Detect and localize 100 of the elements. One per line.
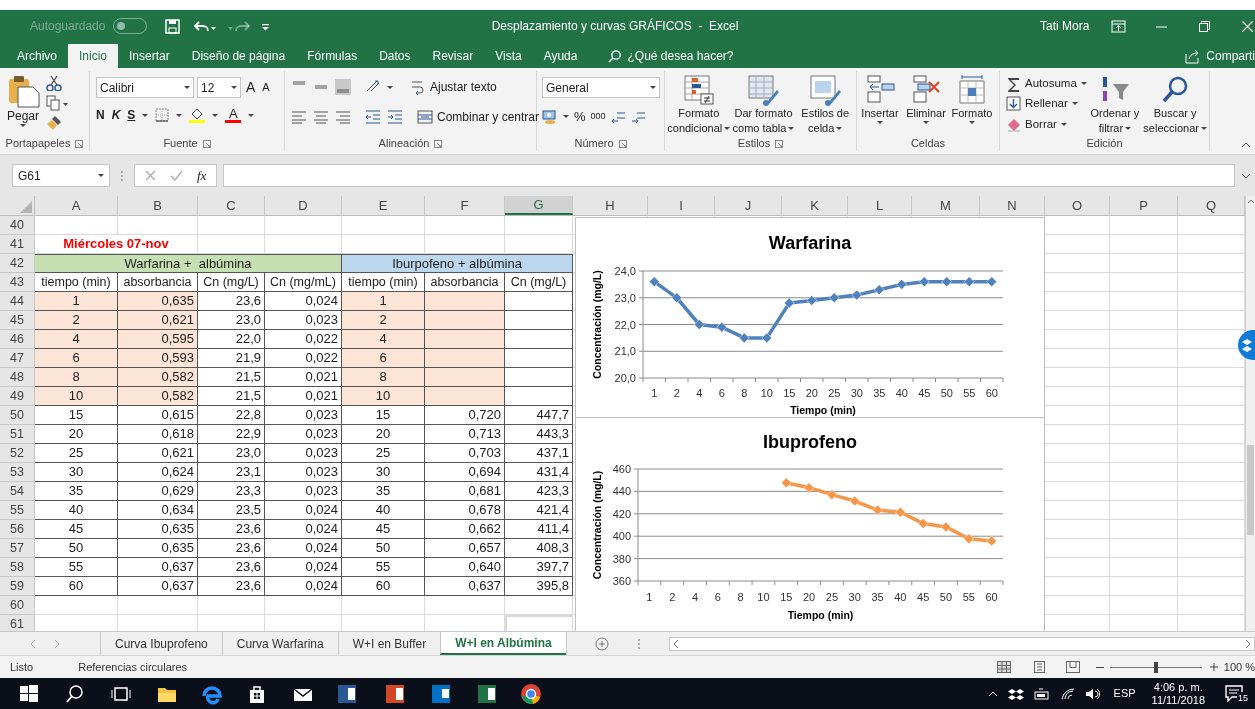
- column-header[interactable]: P: [1110, 196, 1178, 215]
- restore-icon[interactable]: [1199, 20, 1211, 32]
- dialog-launcher-icon[interactable]: [775, 139, 784, 148]
- scrollbar-thumb[interactable]: [1247, 445, 1254, 535]
- caret-icon[interactable]: [98, 174, 104, 177]
- row-header[interactable]: 48: [0, 368, 35, 387]
- row-header[interactable]: 61: [0, 615, 35, 631]
- caret-icon[interactable]: [20, 124, 26, 127]
- normal-view-icon[interactable]: [996, 661, 1011, 673]
- show-hidden-icon[interactable]: [987, 689, 998, 698]
- powerpoint-app-icon[interactable]: [384, 682, 406, 705]
- save-icon[interactable]: [165, 18, 181, 34]
- caret-icon[interactable]: [142, 113, 149, 117]
- row-header[interactable]: 43: [0, 273, 35, 292]
- wifi-icon[interactable]: [1059, 687, 1075, 700]
- zoom-in-icon[interactable]: [1209, 663, 1218, 671]
- menu-tab[interactable]: Archivo: [6, 44, 68, 68]
- excel-app-icon[interactable]: [476, 682, 498, 705]
- find-select-button[interactable]: Buscar y seleccionar: [1141, 71, 1209, 136]
- caret-icon[interactable]: [1060, 122, 1067, 126]
- collapse-ribbon-icon[interactable]: [1241, 141, 1251, 148]
- underline-button[interactable]: S: [127, 106, 136, 124]
- menu-tab[interactable]: Insertar: [118, 44, 181, 68]
- slider-thumb[interactable]: [1153, 661, 1158, 673]
- row-header[interactable]: 59: [0, 577, 35, 596]
- row-header[interactable]: 57: [0, 539, 35, 558]
- caret-icon[interactable]: [387, 85, 393, 89]
- caret-icon[interactable]: [836, 127, 843, 130]
- row-header[interactable]: 51: [0, 425, 35, 444]
- insert-button[interactable]: Insertar: [857, 71, 903, 136]
- clock-time[interactable]: 4:06 p. m.: [1153, 680, 1203, 694]
- column-header[interactable]: G: [505, 196, 573, 215]
- thousands-button[interactable]: 000: [590, 110, 606, 124]
- check-icon[interactable]: [170, 170, 183, 181]
- zoom-level[interactable]: 100 %: [1223, 658, 1255, 676]
- row-header[interactable]: 52: [0, 444, 35, 463]
- column-header[interactable]: E: [342, 196, 425, 215]
- caret-icon[interactable]: [877, 121, 883, 124]
- conditional-format-button[interactable]: Formato condicional: [665, 71, 733, 136]
- caret-icon[interactable]: [212, 113, 219, 117]
- row-header[interactable]: 56: [0, 520, 35, 539]
- row-header[interactable]: 41: [0, 235, 35, 254]
- scissors-icon[interactable]: [46, 75, 62, 91]
- row-header[interactable]: 42: [0, 254, 35, 273]
- name-box[interactable]: G61: [12, 164, 110, 187]
- undo-icon[interactable]: [194, 18, 217, 34]
- share-icon[interactable]: [1185, 48, 1201, 64]
- font-name-field[interactable]: Calibri: [96, 77, 194, 98]
- close-icon[interactable]: [1242, 20, 1254, 32]
- currency-icon[interactable]: [542, 108, 558, 125]
- caret-icon[interactable]: [969, 121, 975, 124]
- sheet-tab[interactable]: W+I en Albúmina: [440, 632, 566, 655]
- percent-button[interactable]: %: [574, 107, 586, 127]
- caret-icon[interactable]: [1201, 127, 1207, 130]
- battery-icon[interactable]: [1033, 687, 1050, 700]
- caret-icon[interactable]: [650, 86, 656, 89]
- merge-center-button[interactable]: Combinar y centrar: [417, 108, 540, 126]
- add-sheet-icon[interactable]: [594, 636, 609, 651]
- clock-date[interactable]: 11/11/2018: [1151, 693, 1205, 707]
- format-painter-icon[interactable]: [46, 115, 62, 131]
- vertical-scrollbar[interactable]: [1245, 196, 1255, 631]
- menu-tab[interactable]: Datos: [368, 44, 422, 68]
- dialog-launcher-icon[interactable]: [75, 139, 84, 148]
- caret-icon[interactable]: [923, 121, 929, 124]
- share-button[interactable]: Comparti: [1206, 47, 1255, 65]
- menu-tab[interactable]: Diseño de página: [180, 44, 297, 68]
- column-header[interactable]: A: [35, 196, 118, 215]
- formula-input[interactable]: [223, 164, 1235, 187]
- menu-tab[interactable]: Fórmulas: [296, 44, 369, 68]
- word-app-icon[interactable]: [336, 682, 358, 705]
- row-header[interactable]: 53: [0, 463, 35, 482]
- menu-tab[interactable]: Inicio: [68, 44, 119, 68]
- shrink-font-button[interactable]: A: [260, 79, 272, 96]
- ribbon-display-icon[interactable]: [1111, 19, 1127, 33]
- cell-styles-button[interactable]: Estilos de celda: [794, 71, 856, 136]
- column-header[interactable]: D: [265, 196, 342, 215]
- zoom-slider[interactable]: [1109, 661, 1202, 673]
- caret-icon[interactable]: [724, 127, 731, 130]
- column-header[interactable]: C: [198, 196, 265, 215]
- column-header[interactable]: L: [848, 196, 912, 215]
- scroll-up-icon[interactable]: [1246, 198, 1255, 205]
- caret-icon[interactable]: [231, 86, 237, 89]
- borders-icon[interactable]: [155, 108, 170, 122]
- search-icon[interactable]: [64, 682, 86, 705]
- fill-button[interactable]: Rellenar: [1006, 95, 1089, 113]
- italic-button[interactable]: K: [111, 106, 121, 124]
- caret-icon[interactable]: [1125, 127, 1132, 130]
- row-header[interactable]: 60: [0, 596, 35, 615]
- menu-tab[interactable]: Vista: [484, 44, 533, 68]
- caret-icon[interactable]: [248, 113, 255, 117]
- dialog-launcher-icon[interactable]: [434, 139, 443, 148]
- expand-icon[interactable]: [1241, 172, 1251, 179]
- cloud-sync-icon[interactable]: [1007, 686, 1024, 701]
- column-header[interactable]: I: [648, 196, 715, 215]
- row-header[interactable]: 44: [0, 292, 35, 311]
- menu-tab[interactable]: Revisar: [421, 44, 485, 68]
- language-indicator[interactable]: ESP: [1113, 685, 1136, 702]
- row-header[interactable]: 50: [0, 406, 35, 425]
- caret-icon[interactable]: [563, 115, 569, 119]
- scroll-right-icon[interactable]: [1245, 638, 1251, 649]
